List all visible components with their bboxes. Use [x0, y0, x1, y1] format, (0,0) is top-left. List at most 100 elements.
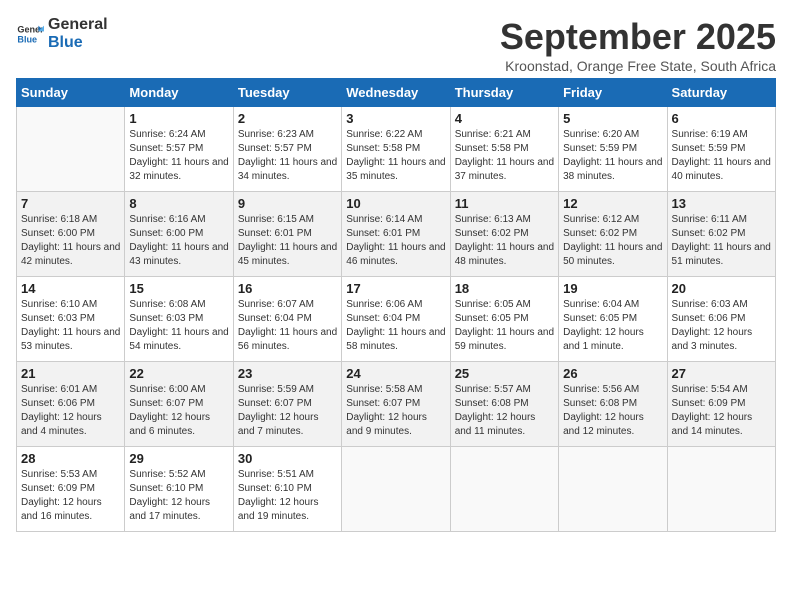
calendar-cell: 13 Sunrise: 6:11 AMSunset: 6:02 PMDayligh…: [667, 192, 775, 277]
page-header: General Blue General Blue September 2025…: [16, 16, 776, 74]
calendar-week-row: 7 Sunrise: 6:18 AMSunset: 6:00 PMDaylight…: [17, 192, 776, 277]
day-number: 14: [21, 281, 120, 296]
day-number: 6: [672, 111, 771, 126]
day-number: 29: [129, 451, 228, 466]
calendar-cell: [559, 447, 667, 532]
calendar-week-row: 1 Sunrise: 6:24 AMSunset: 5:57 PMDaylight…: [17, 107, 776, 192]
day-number: 12: [563, 196, 662, 211]
calendar-cell: 27 Sunrise: 5:54 AMSunset: 6:09 PMDayligh…: [667, 362, 775, 447]
day-number: 26: [563, 366, 662, 381]
day-detail: Sunrise: 6:22 AMSunset: 5:58 PMDaylight:…: [346, 128, 445, 184]
calendar-cell: 10 Sunrise: 6:14 AMSunset: 6:01 PMDayligh…: [342, 192, 450, 277]
day-number: 23: [238, 366, 337, 381]
logo-line1: General: [48, 16, 108, 34]
day-number: 9: [238, 196, 337, 211]
day-number: 18: [455, 281, 554, 296]
calendar-cell: [17, 107, 125, 192]
day-detail: Sunrise: 6:07 AMSunset: 6:04 PMDaylight:…: [238, 298, 337, 354]
day-detail: Sunrise: 5:51 AMSunset: 6:10 PMDaylight:…: [238, 468, 337, 524]
weekday-header-saturday: Saturday: [667, 79, 775, 107]
day-detail: Sunrise: 6:06 AMSunset: 6:04 PMDaylight:…: [346, 298, 445, 354]
day-number: 15: [129, 281, 228, 296]
day-number: 19: [563, 281, 662, 296]
day-detail: Sunrise: 5:56 AMSunset: 6:08 PMDaylight:…: [563, 383, 662, 439]
day-detail: Sunrise: 5:54 AMSunset: 6:09 PMDaylight:…: [672, 383, 771, 439]
day-number: 10: [346, 196, 445, 211]
day-number: 2: [238, 111, 337, 126]
calendar-cell: 26 Sunrise: 5:56 AMSunset: 6:08 PMDayligh…: [559, 362, 667, 447]
calendar-week-row: 14 Sunrise: 6:10 AMSunset: 6:03 PMDayligh…: [17, 277, 776, 362]
calendar-cell: 22Sunrise: 6:00 AMSunset: 6:07 PMDayligh…: [125, 362, 233, 447]
day-detail: Sunrise: 5:59 AMSunset: 6:07 PMDaylight:…: [238, 383, 337, 439]
day-number: 22: [129, 366, 228, 381]
title-block: September 2025 Kroonstad, Orange Free St…: [500, 16, 776, 74]
weekday-header-monday: Monday: [125, 79, 233, 107]
calendar-cell: 25Sunrise: 5:57 AMSunset: 6:08 PMDayligh…: [450, 362, 558, 447]
day-detail: Sunrise: 6:08 AMSunset: 6:03 PMDaylight:…: [129, 298, 228, 354]
day-detail: Sunrise: 6:05 AMSunset: 6:05 PMDaylight:…: [455, 298, 554, 354]
calendar-cell: 12 Sunrise: 6:12 AMSunset: 6:02 PMDayligh…: [559, 192, 667, 277]
month-title: September 2025: [500, 16, 776, 58]
day-number: 1: [129, 111, 228, 126]
calendar-cell: 4Sunrise: 6:21 AMSunset: 5:58 PMDaylight…: [450, 107, 558, 192]
day-number: 21: [21, 366, 120, 381]
day-detail: Sunrise: 6:21 AMSunset: 5:58 PMDaylight:…: [455, 128, 554, 184]
day-detail: Sunrise: 6:01 AMSunset: 6:06 PMDaylight:…: [21, 383, 120, 439]
weekday-header-friday: Friday: [559, 79, 667, 107]
calendar-cell: 9 Sunrise: 6:15 AMSunset: 6:01 PMDaylight…: [233, 192, 341, 277]
calendar-cell: 6 Sunrise: 6:19 AMSunset: 5:59 PMDaylight…: [667, 107, 775, 192]
day-detail: Sunrise: 5:53 AMSunset: 6:09 PMDaylight:…: [21, 468, 120, 524]
day-number: 16: [238, 281, 337, 296]
calendar-cell: [450, 447, 558, 532]
calendar-cell: 28 Sunrise: 5:53 AMSunset: 6:09 PMDayligh…: [17, 447, 125, 532]
logo-icon: General Blue: [16, 20, 44, 48]
calendar-cell: [342, 447, 450, 532]
calendar-header-row: SundayMondayTuesdayWednesdayThursdayFrid…: [17, 79, 776, 107]
calendar-cell: 16 Sunrise: 6:07 AMSunset: 6:04 PMDayligh…: [233, 277, 341, 362]
day-number: 13: [672, 196, 771, 211]
calendar-cell: 11Sunrise: 6:13 AMSunset: 6:02 PMDayligh…: [450, 192, 558, 277]
day-detail: Sunrise: 6:18 AMSunset: 6:00 PMDaylight:…: [21, 213, 120, 269]
day-number: 24: [346, 366, 445, 381]
weekday-header-thursday: Thursday: [450, 79, 558, 107]
day-number: 20: [672, 281, 771, 296]
day-detail: Sunrise: 6:14 AMSunset: 6:01 PMDaylight:…: [346, 213, 445, 269]
calendar-cell: 1 Sunrise: 6:24 AMSunset: 5:57 PMDaylight…: [125, 107, 233, 192]
day-number: 8: [129, 196, 228, 211]
day-number: 27: [672, 366, 771, 381]
day-detail: Sunrise: 6:19 AMSunset: 5:59 PMDaylight:…: [672, 128, 771, 184]
calendar-cell: 18 Sunrise: 6:05 AMSunset: 6:05 PMDayligh…: [450, 277, 558, 362]
calendar-cell: 23 Sunrise: 5:59 AMSunset: 6:07 PMDayligh…: [233, 362, 341, 447]
svg-text:Blue: Blue: [17, 35, 37, 45]
day-detail: Sunrise: 6:16 AMSunset: 6:00 PMDaylight:…: [129, 213, 228, 269]
weekday-header-tuesday: Tuesday: [233, 79, 341, 107]
logo-line2: Blue: [48, 34, 108, 52]
calendar-cell: 20Sunrise: 6:03 AMSunset: 6:06 PMDayligh…: [667, 277, 775, 362]
location-subtitle: Kroonstad, Orange Free State, South Afri…: [500, 58, 776, 74]
day-detail: Sunrise: 6:23 AMSunset: 5:57 PMDaylight:…: [238, 128, 337, 184]
day-detail: Sunrise: 6:12 AMSunset: 6:02 PMDaylight:…: [563, 213, 662, 269]
weekday-header-wednesday: Wednesday: [342, 79, 450, 107]
calendar-cell: 8 Sunrise: 6:16 AMSunset: 6:00 PMDaylight…: [125, 192, 233, 277]
day-detail: Sunrise: 5:52 AMSunset: 6:10 PMDaylight:…: [129, 468, 228, 524]
weekday-header-sunday: Sunday: [17, 79, 125, 107]
day-number: 7: [21, 196, 120, 211]
day-number: 5: [563, 111, 662, 126]
day-number: 28: [21, 451, 120, 466]
calendar-cell: 24 Sunrise: 5:58 AMSunset: 6:07 PMDayligh…: [342, 362, 450, 447]
day-detail: Sunrise: 6:11 AMSunset: 6:02 PMDaylight:…: [672, 213, 771, 269]
calendar-cell: 3Sunrise: 6:22 AMSunset: 5:58 PMDaylight…: [342, 107, 450, 192]
day-detail: Sunrise: 6:13 AMSunset: 6:02 PMDaylight:…: [455, 213, 554, 269]
calendar-cell: 21 Sunrise: 6:01 AMSunset: 6:06 PMDayligh…: [17, 362, 125, 447]
day-detail: Sunrise: 6:10 AMSunset: 6:03 PMDaylight:…: [21, 298, 120, 354]
calendar-week-row: 21 Sunrise: 6:01 AMSunset: 6:06 PMDayligh…: [17, 362, 776, 447]
calendar-cell: 14 Sunrise: 6:10 AMSunset: 6:03 PMDayligh…: [17, 277, 125, 362]
calendar-week-row: 28 Sunrise: 5:53 AMSunset: 6:09 PMDayligh…: [17, 447, 776, 532]
day-detail: Sunrise: 6:15 AMSunset: 6:01 PMDaylight:…: [238, 213, 337, 269]
day-detail: Sunrise: 6:24 AMSunset: 5:57 PMDaylight:…: [129, 128, 228, 184]
calendar-cell: 19Sunrise: 6:04 AMSunset: 6:05 PMDayligh…: [559, 277, 667, 362]
day-detail: Sunrise: 5:58 AMSunset: 6:07 PMDaylight:…: [346, 383, 445, 439]
calendar-cell: 17Sunrise: 6:06 AMSunset: 6:04 PMDayligh…: [342, 277, 450, 362]
day-detail: Sunrise: 6:20 AMSunset: 5:59 PMDaylight:…: [563, 128, 662, 184]
calendar-cell: 15 Sunrise: 6:08 AMSunset: 6:03 PMDayligh…: [125, 277, 233, 362]
